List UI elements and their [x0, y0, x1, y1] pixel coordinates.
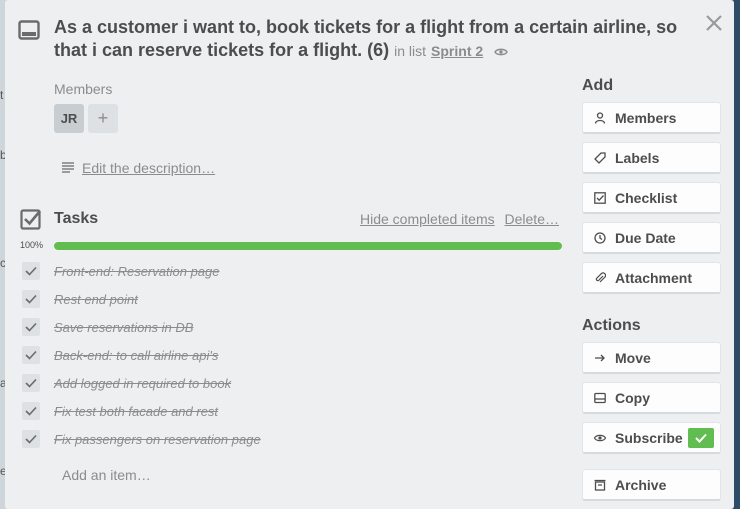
add-item-input[interactable]: Add an item…	[62, 467, 151, 483]
due-date-button[interactable]: Due Date	[582, 222, 721, 254]
checklist-item[interactable]: Save reservations in DB	[22, 313, 562, 341]
checklist-items: Front-end: Reservation page Rest end poin…	[22, 257, 562, 453]
background-board-right	[734, 0, 740, 509]
edit-description-link[interactable]: Edit the description…	[62, 160, 215, 176]
members-button[interactable]: Members	[582, 102, 721, 134]
checklist-item-label[interactable]: Fix test both facade and rest	[54, 404, 218, 419]
checklist-item-label[interactable]: Add logged in required to book	[54, 376, 231, 391]
delete-checklist-link[interactable]: Delete…	[505, 211, 559, 227]
watching-eye-icon	[494, 40, 508, 63]
labels-button[interactable]: Labels	[582, 142, 721, 174]
progress-percent: 100%	[20, 240, 44, 250]
paperclip-icon	[593, 271, 607, 285]
subscribe-button[interactable]: Subscribe	[582, 422, 721, 454]
card-detail-modal: As a customer i want to, book tickets fo…	[5, 0, 734, 509]
checklist-item[interactable]: Back-end: to call airline api's	[22, 341, 562, 369]
hide-completed-link[interactable]: Hide completed items	[360, 211, 495, 227]
button-label: Move	[615, 349, 651, 366]
subscribed-check-icon	[688, 428, 714, 448]
checkbox-checked-icon[interactable]	[22, 262, 40, 280]
button-label: Members	[615, 109, 677, 126]
add-member-button[interactable]: +	[88, 104, 118, 133]
checklist-item[interactable]: Fix passengers on reservation page	[22, 425, 562, 453]
copy-button[interactable]: Copy	[582, 382, 721, 414]
checkbox-checked-icon[interactable]	[22, 402, 40, 420]
actions-section-title: Actions	[582, 317, 641, 334]
tag-icon	[593, 151, 607, 165]
checklist-item-label[interactable]: Back-end: to call airline api's	[54, 348, 218, 363]
card-title[interactable]: As a customer i want to, book tickets fo…	[54, 16, 694, 63]
checklist-item[interactable]: Fix test both facade and rest	[22, 397, 562, 425]
tasks-title: Tasks	[54, 210, 99, 227]
checkbox-checked-icon[interactable]	[22, 346, 40, 364]
checklist-item-label[interactable]: Fix passengers on reservation page	[54, 432, 261, 447]
members-label: Members	[54, 81, 113, 97]
list-name-link[interactable]: Sprint 2	[431, 43, 483, 59]
checkbox-checked-icon[interactable]	[22, 374, 40, 392]
person-icon	[593, 111, 607, 125]
clock-icon	[593, 231, 607, 245]
progress-bar-fill	[54, 242, 562, 250]
checkbox-checked-icon[interactable]	[22, 318, 40, 336]
close-icon[interactable]	[703, 12, 725, 34]
archive-button[interactable]: Archive	[582, 469, 721, 501]
button-label: Attachment	[615, 269, 693, 286]
add-section-title: Add	[582, 77, 614, 94]
button-label: Subscribe	[615, 429, 683, 446]
progress-bar	[54, 242, 562, 250]
button-label: Due Date	[615, 229, 676, 246]
in-list-prefix: in list	[394, 43, 427, 59]
card-icon	[18, 20, 40, 40]
checklist-button[interactable]: Checklist	[582, 182, 721, 214]
checkbox-checked-icon[interactable]	[22, 430, 40, 448]
checklist-item-label[interactable]: Rest end point	[54, 292, 138, 307]
card-title-text[interactable]: As a customer i want to, book tickets fo…	[54, 17, 677, 60]
move-button[interactable]: Move	[582, 342, 721, 374]
checklist-icon	[593, 191, 607, 205]
task-actions: Hide completed items Delete…	[360, 211, 565, 227]
checklist-icon	[20, 208, 42, 230]
button-label: Copy	[615, 389, 650, 406]
copy-icon	[593, 391, 607, 405]
edit-description-text[interactable]: Edit the description…	[82, 160, 215, 176]
description-lines-icon	[62, 160, 74, 176]
checklist-item[interactable]: Add logged in required to book	[22, 369, 562, 397]
attachment-button[interactable]: Attachment	[582, 262, 721, 294]
button-label: Labels	[615, 149, 660, 166]
eye-icon	[593, 431, 607, 445]
arrow-right-icon	[593, 351, 607, 365]
checklist-item-label[interactable]: Front-end: Reservation page	[54, 264, 219, 279]
avatar[interactable]: JR	[54, 104, 84, 133]
checklist-item-label[interactable]: Save reservations in DB	[54, 320, 193, 335]
checklist-item[interactable]: Front-end: Reservation page	[22, 257, 562, 285]
button-label: Archive	[615, 476, 667, 493]
button-label: Checklist	[615, 189, 678, 206]
checkbox-checked-icon[interactable]	[22, 290, 40, 308]
checklist-item[interactable]: Rest end point	[22, 285, 562, 313]
archive-icon	[593, 478, 607, 492]
